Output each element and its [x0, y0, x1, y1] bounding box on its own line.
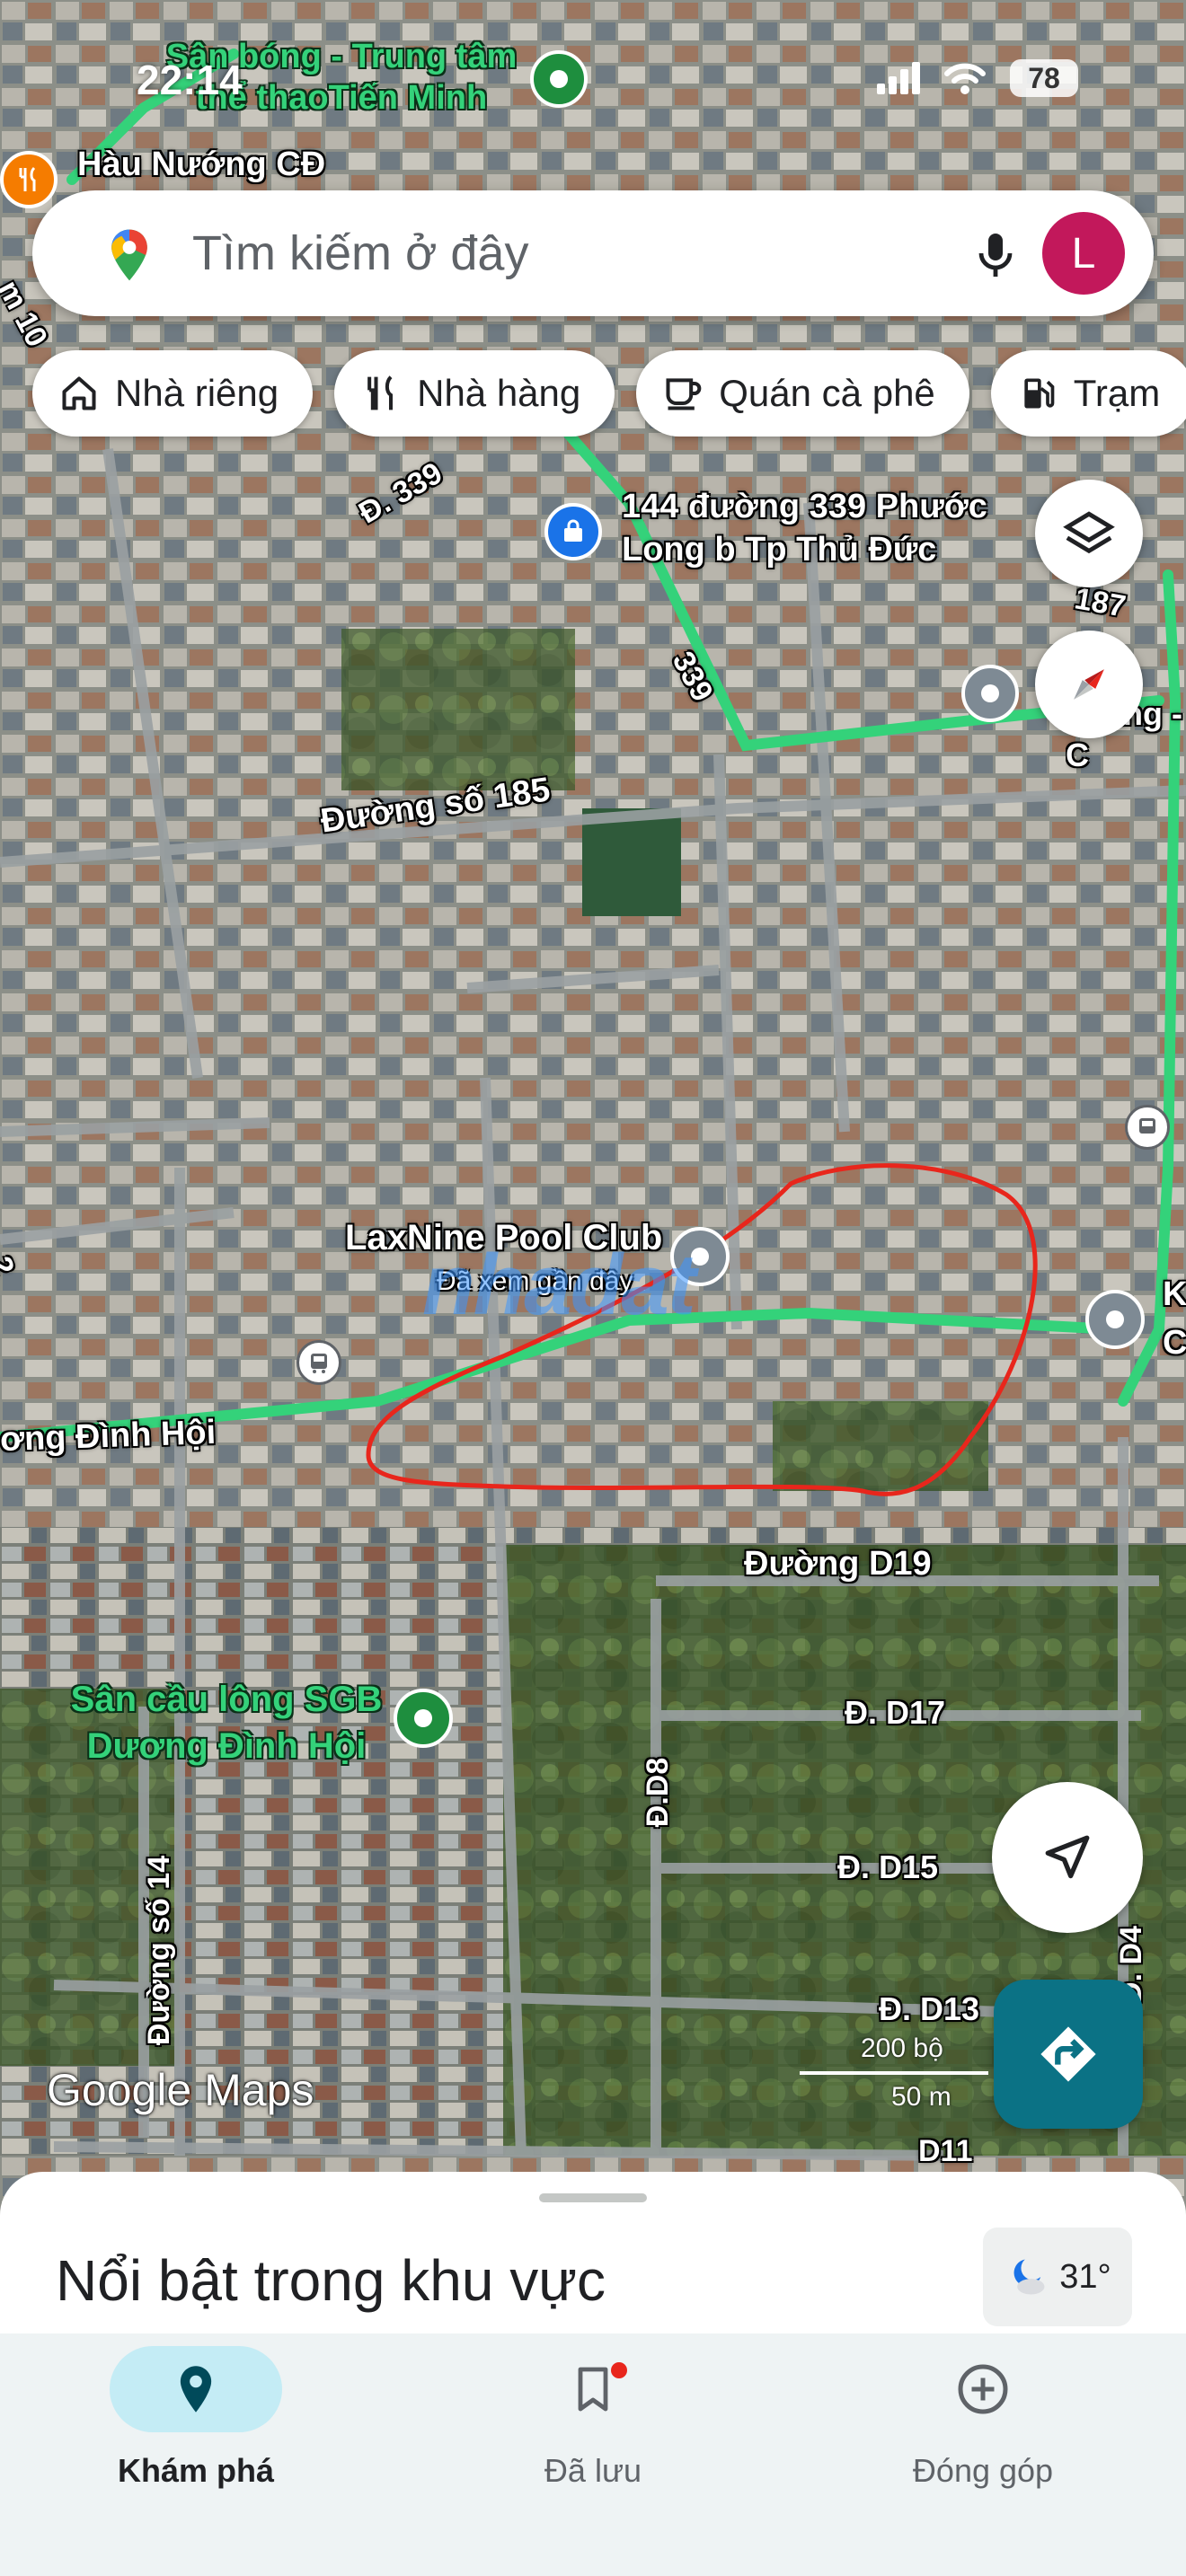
explore-pin-icon — [180, 2366, 212, 2413]
cafe-icon — [666, 378, 702, 410]
nav-saved[interactable]: Đã lưu — [458, 2346, 728, 2526]
chip-label: Nhà hàng — [417, 372, 581, 414]
battery-indicator: 78 — [1010, 59, 1078, 97]
search-bar[interactable]: Tìm kiếm ở đây L — [32, 190, 1154, 316]
right-edge-label-1: K — [1163, 1275, 1186, 1313]
moon-cloud-icon — [1013, 2259, 1045, 2295]
google-maps-attribution: Google Maps — [47, 2065, 314, 2115]
right-edge-label-2: C — [1163, 1324, 1186, 1362]
bookmark-icon — [578, 2367, 608, 2412]
street-label-d15: Đ. D15 — [837, 1848, 939, 1885]
nav-saved-indicator — [507, 2346, 679, 2432]
street-label-d8: Đ.D8 — [641, 1757, 676, 1828]
street-label-d11: D11 — [918, 2134, 973, 2168]
badminton-label[interactable]: Sân cầu lông SGB Dương Đình Hội — [65, 1676, 388, 1769]
chip-restaurants[interactable]: Nhà hàng — [334, 350, 615, 437]
restaurant-icon — [367, 375, 394, 410]
sheet-title: Nổi bật trong khu vực — [56, 2248, 606, 2313]
gas-station-icon — [1024, 378, 1055, 409]
nav-explore-label: Khám phá — [117, 2452, 275, 2489]
chip-label: Trạm — [1073, 372, 1161, 414]
compass-icon — [1074, 669, 1104, 700]
wifi-icon — [944, 63, 986, 94]
right-place-pin-icon[interactable] — [961, 665, 1019, 722]
chip-label: Nhà riêng — [115, 372, 279, 414]
weather-chip[interactable]: 31° — [983, 2228, 1132, 2326]
map-scale: 200 bộ 50 m — [791, 2028, 997, 2127]
scale-meters: 50 m — [891, 2082, 951, 2112]
nav-saved-label: Đã lưu — [544, 2452, 642, 2489]
google-maps-pin-icon — [111, 229, 147, 281]
street-label-d17: Đ. D17 — [845, 1694, 946, 1731]
bus-stop-icon[interactable] — [296, 1340, 341, 1385]
temperature: 31° — [1059, 2257, 1111, 2296]
sheet-drag-handle[interactable] — [539, 2193, 647, 2202]
account-avatar[interactable]: L — [1042, 212, 1125, 295]
layers-icon — [1063, 511, 1115, 554]
nav-contribute[interactable]: Đóng góp — [848, 2346, 1118, 2526]
restaurant-label[interactable]: Hàu Nướng CĐ — [77, 146, 325, 184]
nav-contribute-indicator — [897, 2346, 1069, 2432]
nav-explore[interactable]: Khám phá — [61, 2346, 331, 2526]
chip-label: Quán cà phê — [719, 372, 935, 414]
chip-gas-stations[interactable]: Trạm — [990, 350, 1186, 437]
search-input[interactable]: Tìm kiếm ở đây — [192, 225, 528, 281]
directions-icon — [1040, 2026, 1096, 2082]
street-label-s14: Đường số 14 — [142, 1855, 177, 2046]
bottom-navigation: Khám phá Đã lưu Đóng góp — [0, 2333, 1186, 2576]
stadium-pin-icon[interactable] — [530, 50, 588, 108]
bus-stop-icon-right[interactable] — [1125, 1105, 1170, 1150]
status-icons: 78 — [875, 59, 1078, 97]
street-label-duong-dinh-hoi: ơng Đình Hội — [0, 1413, 217, 1460]
shop-pin-icon[interactable] — [544, 503, 602, 560]
shop-label[interactable]: 144 đường 339 Phước Long b Tp Thủ Đức — [622, 485, 1017, 571]
category-chips: Nhà riêng Nhà hàng Quán cà phê Trạm — [32, 350, 1186, 437]
layers-button[interactable] — [1035, 480, 1143, 587]
nav-contribute-label: Đóng góp — [912, 2452, 1054, 2489]
compass-button[interactable] — [1035, 631, 1143, 738]
chip-cafes[interactable]: Quán cà phê — [636, 350, 969, 437]
watermark-text: nhadat — [422, 1237, 696, 1333]
notification-dot — [611, 2362, 627, 2378]
add-circle-icon — [958, 2364, 1008, 2414]
home-icon — [62, 376, 96, 410]
street-label-d13: Đ. D13 — [879, 1990, 980, 2027]
scale-feet: 200 bộ — [861, 2033, 943, 2063]
microphone-icon[interactable] — [974, 230, 1017, 280]
right-edge-pin-icon[interactable] — [1085, 1290, 1145, 1349]
my-location-button[interactable] — [992, 1782, 1143, 1933]
restaurant-pin-icon[interactable] — [0, 151, 58, 208]
badminton-pin-icon[interactable] — [394, 1689, 453, 1748]
signal-icon — [877, 62, 920, 94]
chip-home[interactable]: Nhà riêng — [32, 350, 314, 437]
directions-button[interactable] — [994, 1980, 1143, 2129]
nav-explore-indicator — [110, 2346, 282, 2432]
status-time: 22:14 — [137, 57, 243, 103]
street-label-d19: Đường D19 — [744, 1545, 932, 1583]
scale-bar — [800, 2071, 988, 2075]
navigation-arrow-icon — [1045, 1835, 1090, 1879]
